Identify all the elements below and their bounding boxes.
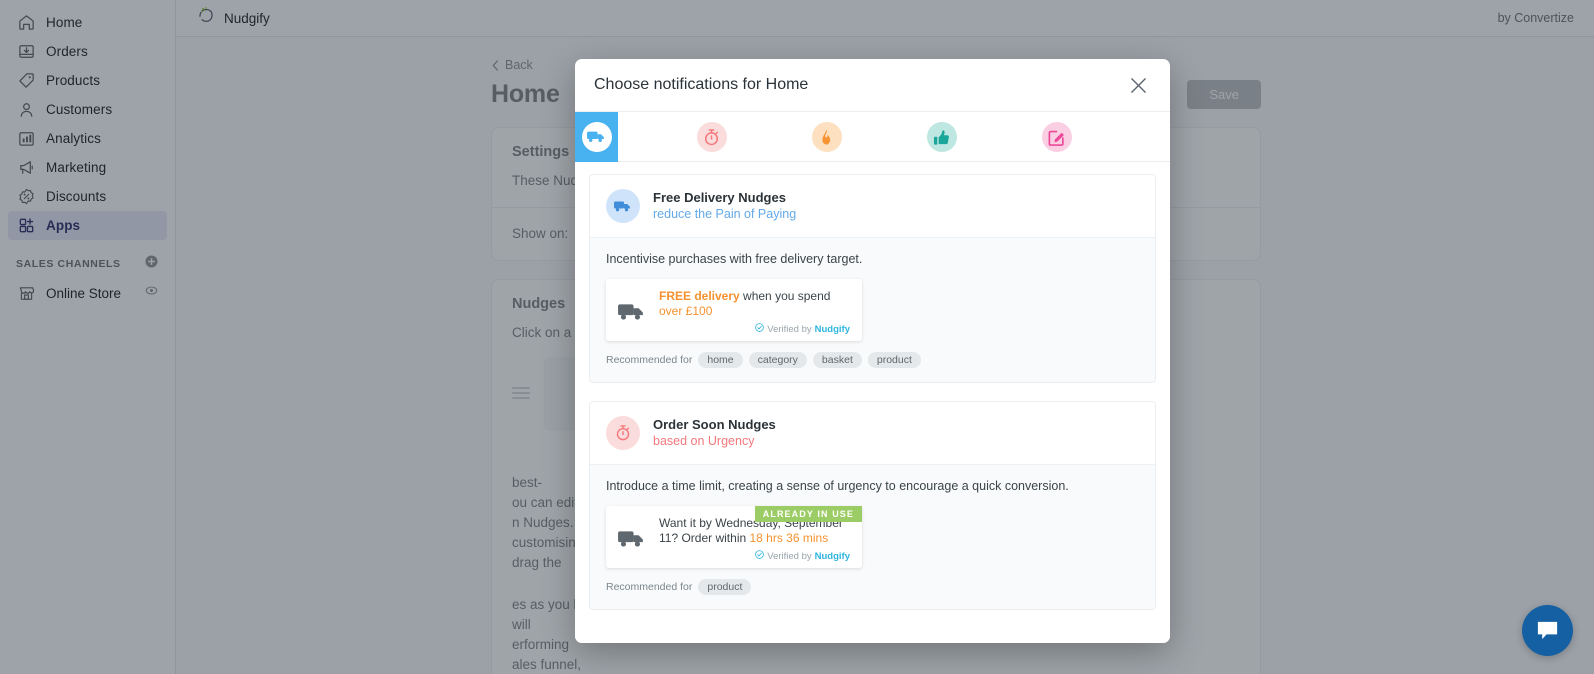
nudge-group-subtitle: reduce the Pain of Paying xyxy=(653,207,797,221)
close-icon[interactable] xyxy=(1125,72,1151,98)
recommended-tag: product xyxy=(867,352,921,368)
recommended-tag: product xyxy=(698,579,752,595)
truck-icon xyxy=(606,189,640,223)
stopwatch-icon xyxy=(696,122,727,152)
verified-check-icon xyxy=(755,323,765,335)
tab-custom-tab[interactable] xyxy=(1035,112,1078,162)
recommended-tag: basket xyxy=(812,352,862,368)
tab-delivery-tab[interactable] xyxy=(575,112,618,162)
verified-prefix: Verified by xyxy=(767,550,812,562)
truck-icon xyxy=(618,516,648,562)
tab-social-proof-tab[interactable] xyxy=(920,112,963,162)
nudge-preview-card[interactable]: ALREADY IN USE Want it by Wednesday, Sept… xyxy=(606,506,862,568)
preview-segment: 18 hrs 36 mins xyxy=(749,531,829,545)
nudge-group-body: Incentivise purchases with free delivery… xyxy=(590,237,1155,382)
preview-segment: FREE delivery xyxy=(659,289,744,303)
preview-segment: when you spend xyxy=(743,289,831,303)
modal-title: Choose notifications for Home xyxy=(594,76,809,93)
choose-notifications-modal: Choose notifications for Home Free Deliv… xyxy=(575,59,1170,643)
verified-brand: Nudgify xyxy=(814,323,850,335)
tab-hot-tab[interactable] xyxy=(805,112,848,162)
recommended-tag: home xyxy=(698,352,743,368)
nudge-preview-card[interactable]: FREE delivery when you spend over £100 Ve… xyxy=(606,279,862,341)
edit-square-icon xyxy=(1041,122,1072,152)
chat-bubble-icon[interactable] xyxy=(1522,605,1573,656)
nudge-group: Order Soon Nudges based on Urgency Introdu… xyxy=(589,401,1156,610)
tab-spacer xyxy=(618,112,690,161)
tab-spacer xyxy=(848,112,920,161)
nudge-group-description: Incentivise purchases with free delivery… xyxy=(606,252,863,266)
recommended-label: Recommended for xyxy=(606,581,693,593)
notification-category-tabs xyxy=(575,112,1170,162)
verified-prefix: Verified by xyxy=(767,323,812,335)
recommended-tag: category xyxy=(748,352,807,368)
nudge-group-description: Introduce a time limit, creating a sense… xyxy=(606,479,1069,493)
thumbs-up-icon xyxy=(926,122,957,152)
nudge-group-subtitle: based on Urgency xyxy=(653,434,755,448)
stopwatch-icon xyxy=(606,416,640,450)
nudge-group: Free Delivery Nudges reduce the Pain of P… xyxy=(589,174,1156,383)
flame-icon xyxy=(811,122,842,152)
truck-icon xyxy=(618,289,648,335)
nudge-group-header[interactable]: Free Delivery Nudges reduce the Pain of P… xyxy=(590,175,1155,237)
verified-by-nudgify: Verified by Nudgify xyxy=(659,550,850,562)
truck-icon xyxy=(581,122,612,152)
nudge-group-name: Order Soon Nudges xyxy=(653,417,776,432)
tab-spacer xyxy=(733,112,805,161)
verified-check-icon xyxy=(755,550,765,562)
recommended-label: Recommended for xyxy=(606,354,693,366)
preview-message: FREE delivery when you spend over £100 xyxy=(659,289,850,319)
already-in-use-badge: ALREADY IN USE xyxy=(754,506,862,522)
tab-spacer xyxy=(963,112,1035,161)
modal-header: Choose notifications for Home xyxy=(575,59,1170,112)
nudge-group-body: Introduce a time limit, creating a sense… xyxy=(590,464,1155,609)
notification-groups-list: Free Delivery Nudges reduce the Pain of P… xyxy=(575,162,1170,643)
verified-brand: Nudgify xyxy=(814,550,850,562)
recommended-row: Recommended for home category basket product xyxy=(606,352,1139,368)
nudge-group-name: Free Delivery Nudges xyxy=(653,190,786,205)
verified-by-nudgify: Verified by Nudgify xyxy=(659,323,850,335)
recommended-row: Recommended for product xyxy=(606,579,1139,595)
nudge-group-header[interactable]: Order Soon Nudges based on Urgency xyxy=(590,402,1155,464)
preview-segment: over £100 xyxy=(659,304,713,318)
tab-urgency-tab[interactable] xyxy=(690,112,733,162)
